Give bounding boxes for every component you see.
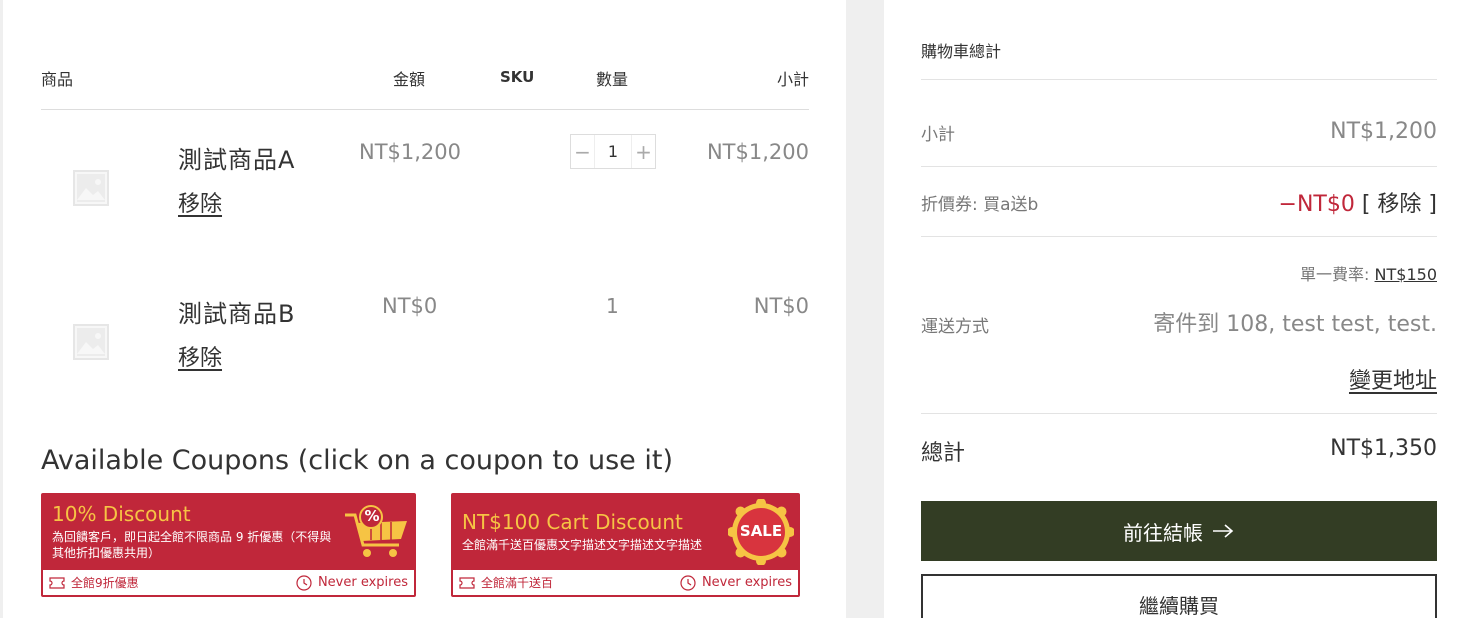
- qty-decrease-button[interactable]: −: [571, 135, 595, 168]
- product-thumbnail-placeholder-icon[interactable]: [73, 170, 109, 206]
- divider: [921, 166, 1437, 167]
- percent-badge: %: [364, 507, 380, 525]
- continue-shopping-button[interactable]: 繼續購買: [921, 574, 1437, 618]
- quantity-stepper[interactable]: − 1 +: [570, 134, 656, 169]
- header-product: 商品: [41, 70, 74, 89]
- divider: [921, 79, 1437, 80]
- product-price: NT$0: [382, 294, 438, 318]
- qty-input[interactable]: 1: [595, 135, 631, 168]
- coupon-expiry: Never expires: [701, 575, 792, 590]
- header-price: 金額: [393, 70, 426, 89]
- shipping-destination: 寄件到 108, test test, test.: [1153, 312, 1437, 337]
- clock-icon: [296, 574, 312, 591]
- ticket-icon: [49, 576, 65, 589]
- cart-table-panel: 商品 金額 SKU 數量 小計 測試商品A 移除 NT$1,200 − 1 + …: [3, 0, 846, 618]
- available-coupons-heading: Available Coupons (click on a coupon to …: [41, 445, 673, 476]
- qty-increase-button[interactable]: +: [631, 135, 655, 168]
- product-subtotal: NT$1,200: [706, 140, 809, 164]
- flat-rate-amount: NT$150: [1374, 265, 1437, 284]
- remove-link[interactable]: 移除: [178, 340, 222, 372]
- total-label: 總計: [921, 441, 966, 466]
- product-price: NT$1,200: [359, 140, 462, 164]
- coupon-code: 全館滿千送百: [481, 576, 554, 590]
- proceed-to-checkout-button[interactable]: 前往結帳: [921, 501, 1437, 561]
- checkout-label: 前往結帳: [1123, 520, 1203, 545]
- remove-link[interactable]: 移除: [178, 186, 222, 218]
- product-name[interactable]: 測試商品B: [178, 294, 295, 329]
- divider: [921, 413, 1437, 414]
- change-address-link[interactable]: 變更地址: [1349, 363, 1437, 395]
- coupon-title: 10% Discount: [52, 502, 191, 526]
- product-subtotal: NT$0: [753, 294, 809, 318]
- cart-totals-panel: 購物車總計 小計 NT$1,200 折價券: 買a送b −NT$0 [ 移除 ]…: [884, 0, 1479, 618]
- clock-icon: [680, 574, 696, 591]
- arrow-right-icon: [1213, 524, 1234, 538]
- subtotal-value: NT$1,200: [1330, 119, 1437, 144]
- quantity-value: 1: [606, 294, 619, 318]
- header-subtotal: 小計: [776, 70, 809, 89]
- coupon-title: NT$100 Cart Discount: [462, 510, 683, 534]
- flat-rate[interactable]: 單一費率: NT$150: [1300, 261, 1437, 285]
- divider: [921, 236, 1437, 237]
- header-quantity: 數量: [596, 70, 629, 89]
- coupon-card[interactable]: NT$100 Cart Discount 全館滿千送百優惠文字描述文字描述文字描…: [451, 493, 800, 597]
- total-value: NT$1,350: [1330, 436, 1437, 461]
- flat-rate-label: 單一費率:: [1300, 265, 1370, 284]
- product-name[interactable]: 測試商品A: [178, 140, 295, 175]
- coupon-discount-value: −NT$0: [1278, 192, 1355, 217]
- coupon-description: 為回饋客戶，即日起全館不限商品 9 折優惠（不得與其他折扣優惠共用）: [52, 530, 332, 560]
- coupon-footer: 全館9折優惠 Never expires: [43, 570, 414, 595]
- coupon-label: 折價券: 買a送b: [921, 195, 1039, 215]
- coupon-code: 全館9折優惠: [71, 576, 139, 590]
- cart-totals-title: 購物車總計: [921, 42, 1002, 61]
- shipping-label: 運送方式: [921, 317, 989, 337]
- header-divider: [41, 109, 809, 110]
- header-sku: SKU: [500, 68, 535, 86]
- ticket-icon: [459, 576, 475, 589]
- coupon-footer: 全館滿千送百 Never expires: [453, 570, 798, 595]
- coupon-card[interactable]: 10% Discount 為回饋客戶，即日起全館不限商品 9 折優惠（不得與其他…: [41, 493, 416, 597]
- coupon-description: 全館滿千送百優惠文字描述文字描述文字描述: [462, 538, 703, 552]
- coupon-expiry: Never expires: [317, 575, 408, 590]
- product-thumbnail-placeholder-icon[interactable]: [73, 324, 109, 360]
- sale-badge-label: SALE: [739, 522, 783, 540]
- coupon-amount: −NT$0 [ 移除 ]: [1279, 186, 1437, 218]
- subtotal-label: 小計: [921, 125, 955, 145]
- coupon-remove-link[interactable]: [ 移除 ]: [1362, 192, 1437, 217]
